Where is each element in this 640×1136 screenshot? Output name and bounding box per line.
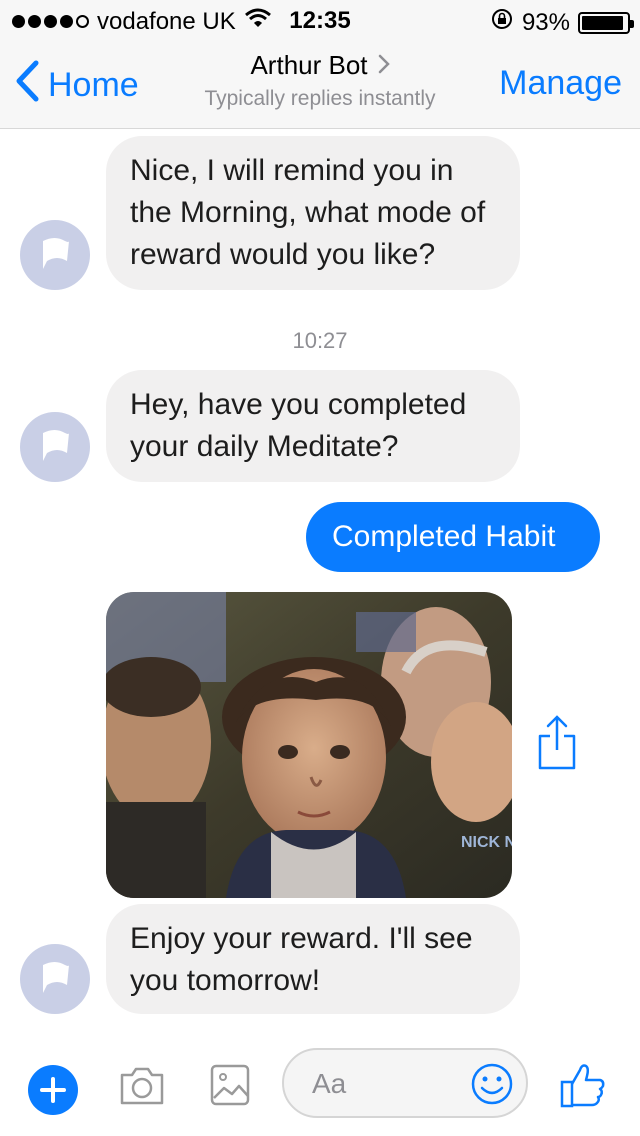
share-button[interactable] [536,714,578,777]
message-bubble-incoming[interactable]: Nice, I will remind you in the Morning, … [106,136,520,290]
chevron-right-icon [378,50,390,81]
plus-icon [28,1077,78,1119]
chevron-left-icon [14,60,40,111]
flag-icon [35,425,75,470]
like-button[interactable] [558,1060,608,1115]
thumbs-up-icon [558,1064,608,1114]
gif-watermark: NICK NITE [461,834,512,851]
message-input-field[interactable] [282,1048,528,1118]
back-label: Home [48,66,139,104]
status-bar: vodafone UK 12:35 93% [0,0,640,40]
message-bubble-incoming[interactable]: Hey, have you completed your daily Medit… [106,370,520,482]
rotation-lock-icon [490,7,514,38]
navigation-bar: Home Arthur Bot Typically replies instan… [0,40,640,129]
contact-name: Arthur Bot [250,50,368,80]
conversation-header[interactable]: Arthur Bot Typically replies instantly [160,50,480,111]
conversation-title[interactable]: Arthur Bot [250,50,390,81]
emoji-icon [470,1063,514,1110]
flag-icon [35,233,75,278]
reward-gif-image[interactable]: NICK NITE [106,592,512,898]
flag-icon [35,957,75,1002]
camera-icon [118,1067,166,1111]
plus-button[interactable] [28,1065,78,1115]
gallery-button[interactable] [210,1064,250,1111]
response-time-subtitle: Typically replies instantly [204,87,436,110]
bot-avatar[interactable] [20,220,90,290]
status-bar-right: 93% [490,7,634,38]
message-input[interactable] [310,1064,464,1104]
manage-button[interactable]: Manage [499,64,622,103]
back-button[interactable]: Home [14,60,139,111]
message-bubble-incoming[interactable]: Enjoy your reward. I'll see you tomorrow… [106,904,520,1014]
share-icon [536,715,578,776]
message-timestamp: 10:27 [292,328,348,353]
battery-percent: 93% [521,8,570,36]
bot-avatar[interactable] [20,944,90,1014]
message-bubble-outgoing[interactable]: Completed Habit [306,502,600,572]
camera-button[interactable] [118,1065,166,1112]
bot-avatar[interactable] [20,412,90,482]
gallery-icon [210,1064,250,1110]
emoji-button[interactable] [470,1062,514,1111]
battery-icon [578,11,634,34]
compose-bar [0,1030,640,1136]
